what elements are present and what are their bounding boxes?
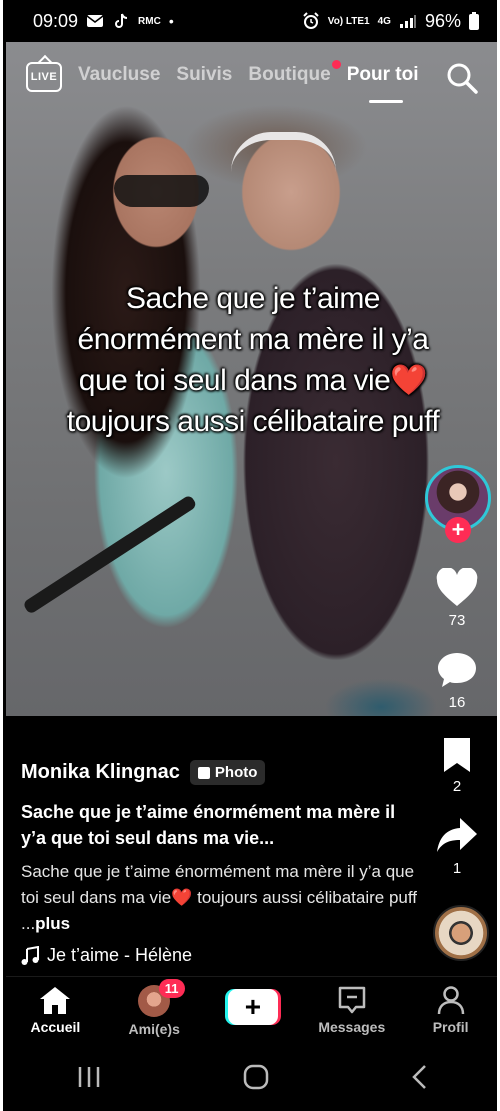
like-button[interactable]: 73	[417, 568, 497, 629]
create-button[interactable]: +	[224, 989, 281, 1025]
recent-apps-icon[interactable]	[76, 1065, 102, 1089]
nav-profil[interactable]: Profil	[401, 977, 497, 1042]
nav-messages-label: Messages	[318, 1019, 386, 1035]
comment-icon	[438, 653, 476, 687]
rmc-icon: RMC	[138, 15, 161, 27]
nav-profil-label: Profil	[432, 1019, 469, 1035]
bottom-nav: Accueil 11 Ami(e)s + Messages Profil	[6, 976, 497, 1042]
author-name[interactable]: Monika Klingnac	[21, 761, 180, 784]
phone-screen: 09:09 RMC • Vo) LTE1 4G 96% LIVE Vauclus…	[0, 0, 500, 1111]
notification-dot	[331, 60, 341, 69]
signal-icon	[399, 15, 416, 28]
nav-accueil-label: Accueil	[30, 1019, 81, 1035]
post-info: Monika Klingnac Photo Sache que je t’aim…	[21, 760, 421, 966]
nav-create[interactable]: +	[204, 977, 303, 1042]
bookmark-icon	[444, 738, 470, 772]
description-text: Sache que je t’aime énormément ma mère i…	[21, 862, 418, 933]
status-time: 09:09	[33, 10, 79, 31]
mail-icon	[86, 15, 104, 27]
live-button[interactable]: LIVE	[26, 62, 62, 92]
home-icon	[40, 987, 71, 1014]
photo-type-badge: Photo	[189, 760, 266, 785]
profile-icon	[437, 986, 464, 1015]
photo-selfie-stick	[22, 494, 198, 615]
photo-badge-label: Photo	[214, 764, 258, 781]
music-row[interactable]: Je t’aime - Hélène	[21, 945, 421, 966]
nav-messages[interactable]: Messages	[302, 977, 401, 1042]
tab-pour-toi[interactable]: Pour toi	[347, 64, 418, 103]
follow-plus-button[interactable]: +	[445, 517, 471, 543]
music-disc[interactable]	[433, 905, 489, 961]
feed-tabs: Vaucluse Suivis Boutique Pour toi	[78, 60, 418, 103]
music-title: Je t’aime - Hélène	[47, 945, 193, 965]
share-button[interactable]: 1	[417, 816, 497, 877]
save-button[interactable]: 2	[417, 736, 497, 795]
nav-accueil[interactable]: Accueil	[6, 977, 105, 1042]
network-label: 4G	[377, 15, 391, 27]
messages-icon	[338, 986, 366, 1014]
tab-vaucluse[interactable]: Vaucluse	[78, 64, 160, 86]
nav-amis[interactable]: 11 Ami(e)s	[105, 977, 204, 1042]
music-note-icon	[21, 945, 39, 965]
save-count: 2	[452, 778, 462, 795]
friends-badge: 11	[158, 979, 185, 998]
back-icon[interactable]	[410, 1064, 430, 1090]
system-nav-bar	[6, 1042, 497, 1111]
creator-avatar[interactable]: +	[425, 465, 491, 543]
live-label: LIVE	[30, 71, 58, 83]
like-count: 73	[448, 612, 466, 629]
heart-icon	[436, 568, 478, 606]
tab-suivis[interactable]: Suivis	[176, 64, 232, 86]
share-icon	[437, 818, 477, 852]
alarm-icon	[303, 12, 319, 29]
tab-boutique[interactable]: Boutique	[248, 60, 341, 86]
more-link[interactable]: plus	[35, 914, 70, 933]
share-count: 1	[452, 860, 462, 877]
tiktok-icon	[115, 13, 128, 28]
comment-button[interactable]: 16	[417, 650, 497, 711]
photo-headband	[231, 132, 336, 172]
status-dot: •	[168, 13, 174, 29]
tab-boutique-label: Boutique	[248, 64, 331, 85]
create-plus-icon: +	[227, 989, 278, 1025]
photo-sunglasses	[114, 175, 209, 207]
nav-amis-label: Ami(e)s	[128, 1021, 180, 1037]
post-description[interactable]: Sache que je t’aime énormément ma mère i…	[21, 859, 421, 937]
post-overlay-text: Sache que je t’aime énormément ma mère i…	[66, 282, 440, 438]
home-system-icon[interactable]	[243, 1064, 269, 1090]
photo-icon	[197, 766, 210, 779]
volte-label: Vo) LTE1	[327, 15, 370, 27]
post-headline[interactable]: Sache que je t’aime énormément ma mère i…	[21, 799, 421, 851]
comment-count: 16	[448, 694, 466, 711]
